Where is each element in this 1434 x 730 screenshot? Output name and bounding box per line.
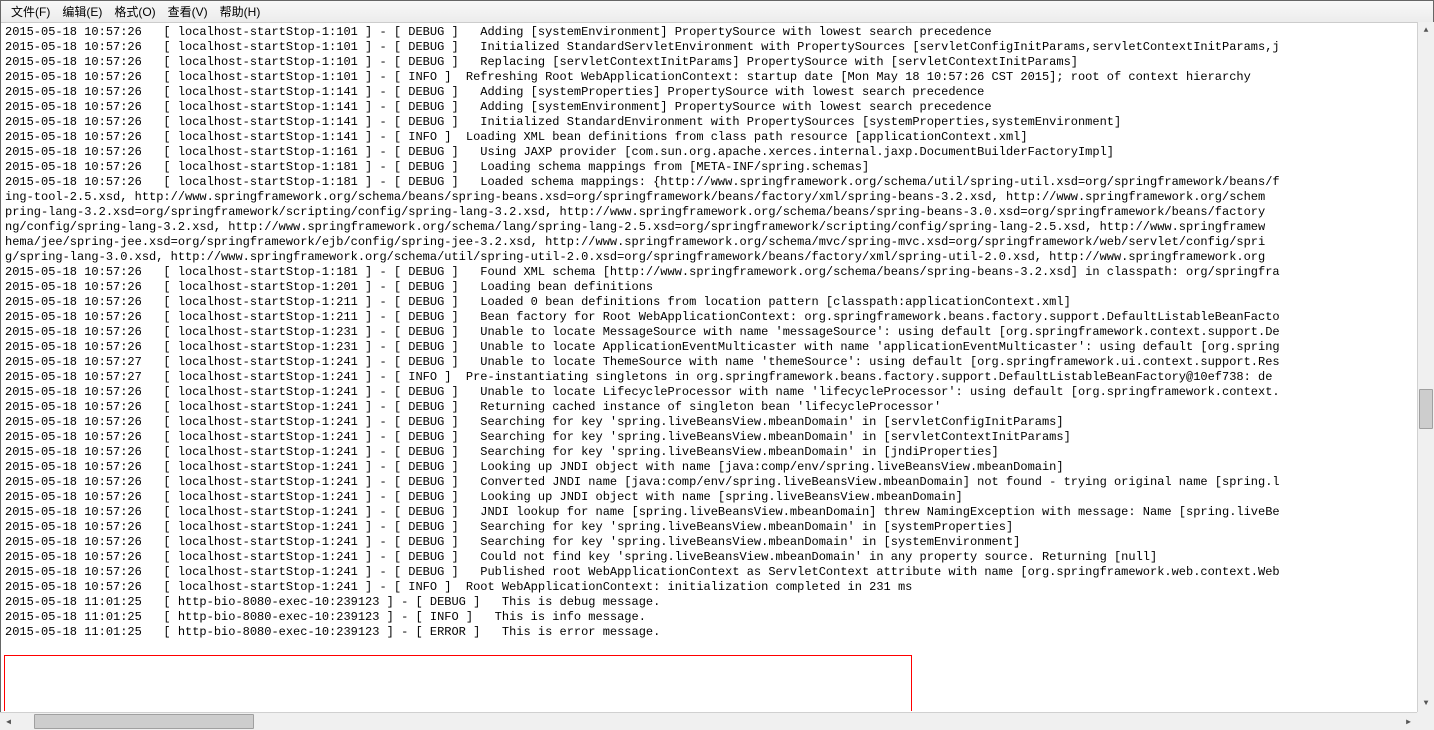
scroll-up-icon[interactable]: ▲ <box>1418 22 1434 39</box>
vertical-scrollbar[interactable]: ▲ ▼ <box>1417 22 1434 712</box>
scroll-right-icon[interactable]: ▶ <box>1400 713 1417 730</box>
log-text[interactable]: 2015-05-18 10:57:26 [ localhost-startSto… <box>1 23 1433 642</box>
h-scroll-track[interactable] <box>17 713 1400 730</box>
menu-edit[interactable]: 编辑(E) <box>56 1 108 22</box>
h-scroll-thumb[interactable] <box>34 714 254 729</box>
scrollbar-corner <box>1417 712 1434 730</box>
v-scroll-thumb[interactable] <box>1419 389 1433 429</box>
menu-file[interactable]: 文件(F) <box>5 1 56 22</box>
menu-view[interactable]: 查看(V) <box>162 1 214 22</box>
menu-bar: 文件(F) 编辑(E) 格式(O) 查看(V) 帮助(H) <box>1 1 1433 23</box>
content-area: 2015-05-18 10:57:26 [ localhost-startSto… <box>1 23 1433 711</box>
horizontal-scrollbar[interactable]: ◀ ▶ <box>0 712 1417 730</box>
menu-help[interactable]: 帮助(H) <box>214 1 267 22</box>
scroll-left-icon[interactable]: ◀ <box>0 713 17 730</box>
v-scroll-track[interactable] <box>1418 39 1434 695</box>
highlight-box <box>4 655 912 711</box>
scroll-down-icon[interactable]: ▼ <box>1418 695 1434 712</box>
menu-format[interactable]: 格式(O) <box>108 1 161 22</box>
